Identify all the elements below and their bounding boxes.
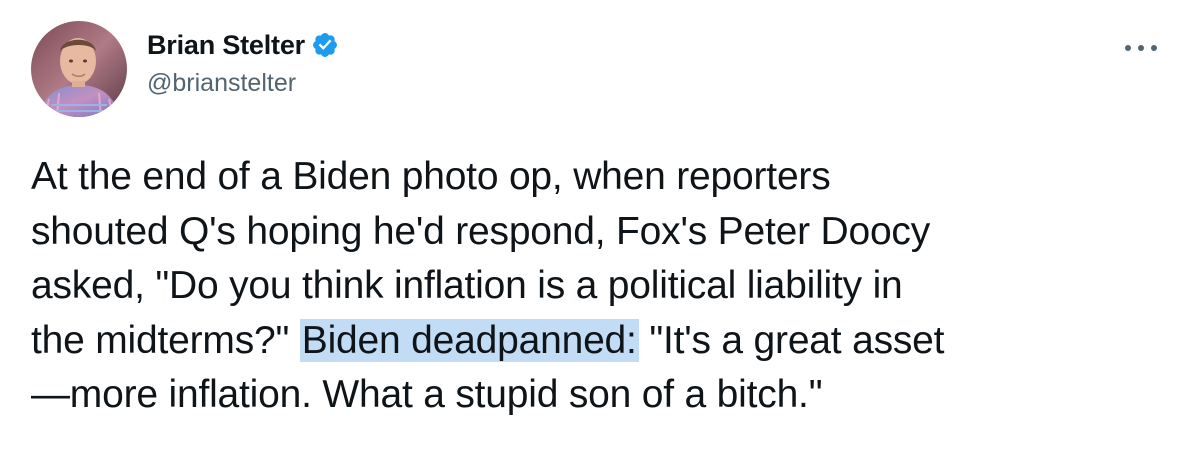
tweet-line: asked, "Do you think inflation is a poli… [31, 264, 903, 307]
tweet-text: At the end of a Biden photo op, when rep… [31, 150, 1161, 423]
tweet-line: shouted Q's hoping he'd respond, Fox's P… [31, 209, 931, 253]
tweet-line: the midterms?" Biden deadpanned: "It's a… [31, 314, 1161, 369]
avatar-photo [31, 21, 127, 117]
more-dot [1125, 45, 1131, 51]
tweet-line: —more inflation. What a stupid son of a … [31, 373, 823, 416]
author-handle[interactable]: @brianstelter [147, 69, 339, 98]
tweet-line: At the end of a Biden photo op, when rep… [31, 155, 831, 198]
name-row: Brian Stelter [147, 28, 339, 62]
text-selection-highlight: Biden deadpanned: [299, 318, 639, 362]
tweet-line-part: "It's a great asset [638, 318, 945, 362]
tweet-line-part: the midterms?" [31, 318, 300, 362]
author-display-name[interactable]: Brian Stelter [147, 30, 305, 61]
more-horizontal-icon[interactable] [1120, 37, 1162, 59]
more-dot [1138, 45, 1144, 51]
verified-badge-icon [311, 31, 339, 59]
author-info: Brian Stelter @brianstelter [147, 28, 339, 98]
tweet-card: Brian Stelter @brianstelter At the end o… [0, 0, 1184, 450]
more-dot [1151, 45, 1157, 51]
avatar[interactable] [31, 21, 127, 117]
